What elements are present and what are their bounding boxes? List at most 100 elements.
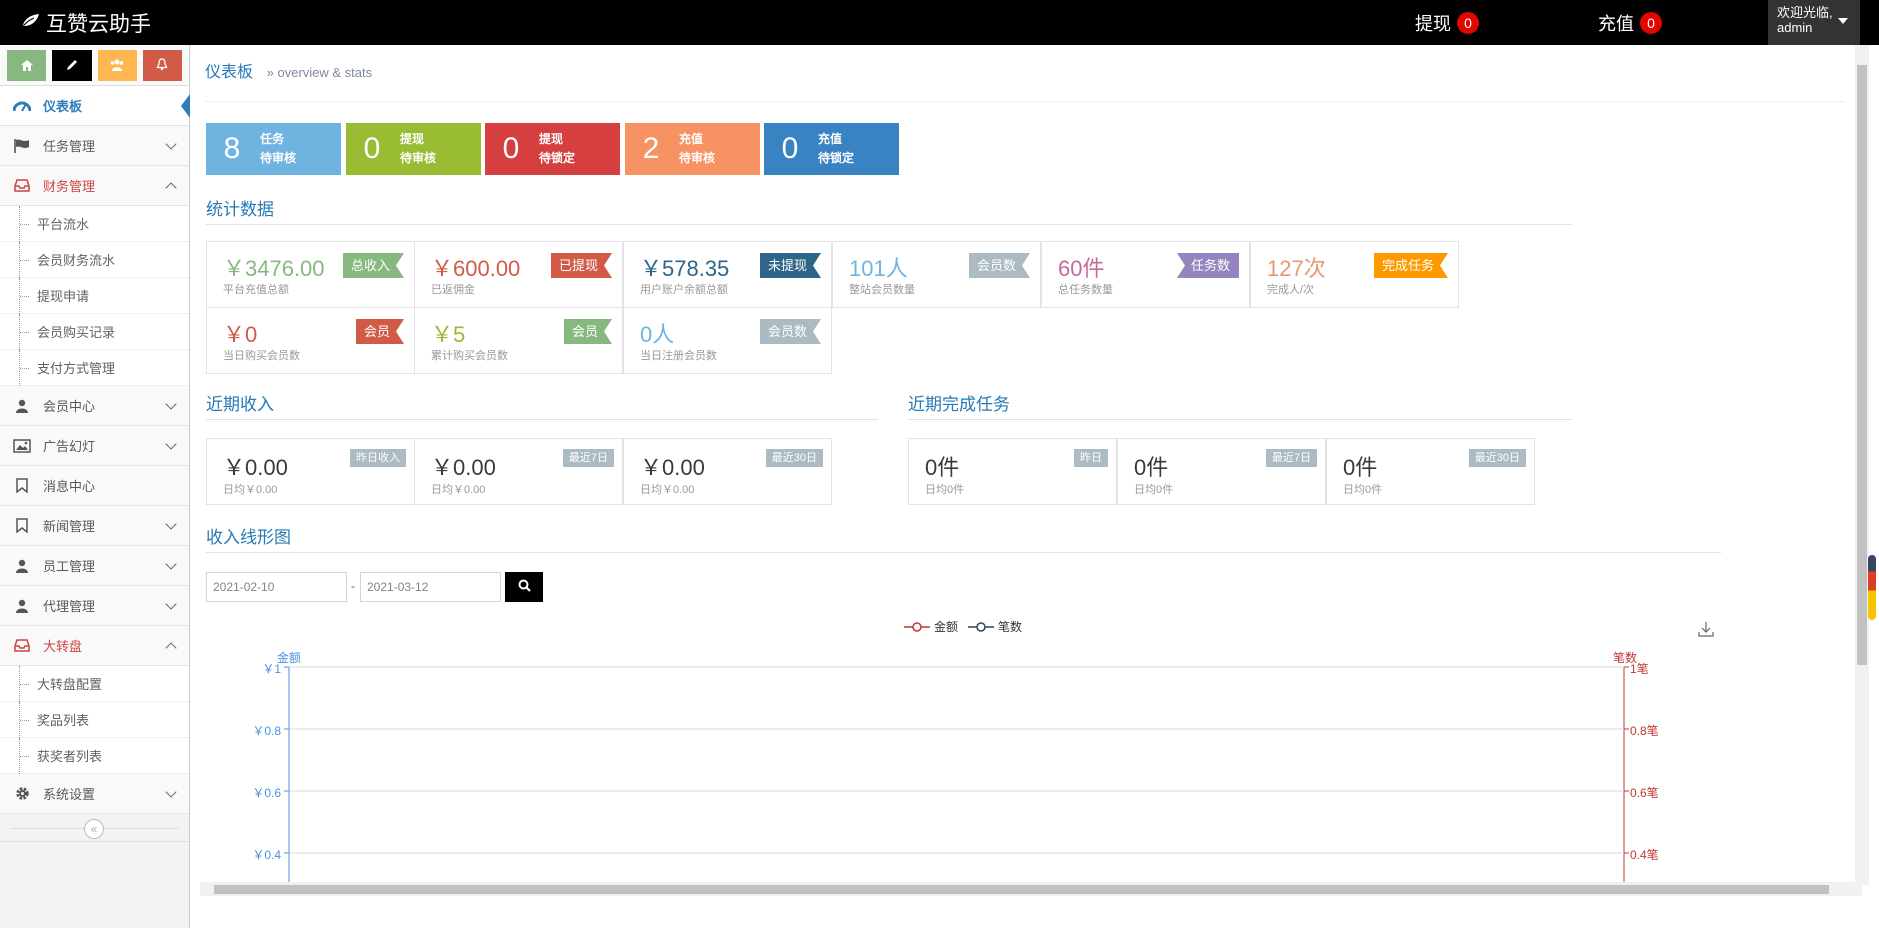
left-tick-label: ￥0.4	[252, 848, 281, 862]
home-icon	[20, 58, 33, 74]
shortcut-buttons	[0, 45, 189, 86]
infobox-number: 0	[363, 132, 381, 165]
infobox-task-pending[interactable]: 8 任务 待审核	[206, 123, 341, 175]
right-tick-label: 0.4笔	[1630, 848, 1659, 862]
infobox-withdraw-lock[interactable]: 0 提现 待锁定	[485, 123, 620, 175]
stat-card-completed: 127次 完成人/次 完成任务	[1250, 241, 1459, 308]
infobox-label: 提现 待审核	[400, 132, 437, 165]
infobox-number: 0	[781, 132, 799, 165]
task-card-yesterday: 0件 日均0件 昨日	[908, 438, 1117, 505]
pencil-shortcut-button[interactable]	[52, 50, 92, 81]
sidebar-subitem-payment-methods[interactable]: 支付方式管理	[0, 350, 189, 386]
stat-value: 0人	[640, 322, 675, 347]
dashboard-icon	[13, 97, 31, 115]
sidebar-subitem-withdraw-requests[interactable]: 提现申请	[0, 278, 189, 314]
sidebar-item-agents[interactable]: 代理管理	[0, 586, 189, 626]
stat-value: ￥5	[431, 322, 466, 347]
stat-value: 127次	[1267, 256, 1326, 281]
brand[interactable]: 互赞云助手	[20, 8, 151, 37]
search-button[interactable]	[505, 572, 543, 602]
sidebar-item-staff[interactable]: 员工管理	[0, 546, 189, 586]
double-chevron-left-icon[interactable]: «	[84, 819, 104, 839]
infobox-number: 0	[502, 132, 520, 165]
sidebar-item-members[interactable]: 会员中心	[0, 386, 189, 426]
horizontal-scrollbar[interactable]	[200, 882, 1862, 896]
side-indicator	[1868, 555, 1876, 620]
infobox-label: 充值 待锁定	[818, 132, 855, 165]
sidebar-item-ads[interactable]: 广告幻灯	[0, 426, 189, 466]
sidebar-item-finance[interactable]: 财务管理	[0, 166, 189, 206]
left-tick-label: ￥1	[262, 662, 281, 676]
withdraw-notification[interactable]: 提现 0	[1415, 0, 1479, 45]
income-line-chart: 金额 笔数 金额 笔数 ￥1 1笔 ￥0.8 0.8笔 ￥0.6 0.6笔 ￥0.4 0.4笔	[191, 605, 1879, 885]
income-tag: 昨日收入	[350, 449, 406, 467]
page-title: 仪表板	[205, 64, 254, 81]
sidebar-item-news[interactable]: 新闻管理	[0, 506, 189, 546]
user-icon	[13, 597, 31, 615]
home-shortcut-button[interactable]	[7, 50, 47, 81]
stat-value: 101人	[849, 256, 908, 281]
recharge-notification[interactable]: 充值 0	[1598, 0, 1662, 45]
sidebar-item-tasks[interactable]: 任务管理	[0, 126, 189, 166]
income-tag: 最近30日	[765, 449, 823, 467]
sidebar-item-dashboard[interactable]: 仪表板	[0, 86, 190, 126]
page-header: 仪表板 » overview & stats	[205, 58, 1845, 102]
chevron-up-icon	[165, 182, 177, 194]
sidebar-item-label: 财务管理	[43, 179, 96, 194]
stat-card-today-purchases: ￥0 当日购买会员数 会员	[206, 307, 415, 374]
sidebar-item-label: 仪表板	[43, 99, 83, 114]
sidebar-subitem-member-purchases[interactable]: 会员购买记录	[0, 314, 189, 350]
sidebar-subitem-platform-flow[interactable]: 平台流水	[0, 206, 189, 242]
chevron-down-icon	[165, 518, 177, 530]
stat-tag: 会员数	[969, 253, 1030, 278]
stat-tag: 完成任务	[1374, 253, 1448, 278]
end-date-input[interactable]: 2021-03-12	[360, 572, 501, 602]
stat-card-today-registrations: 0人 当日注册会员数 会员数	[623, 307, 832, 374]
infobox-recharge-lock[interactable]: 0 充值 待锁定	[764, 123, 899, 175]
stat-desc: 平台充值总额	[223, 284, 289, 296]
sidebar-item-label: 消息中心	[43, 479, 96, 494]
start-date-input[interactable]: 2021-02-10	[206, 572, 347, 602]
chevron-down-icon	[165, 598, 177, 610]
app-title: 互赞云助手	[46, 12, 151, 36]
scrollbar-thumb[interactable]	[1857, 65, 1867, 665]
user-icon	[13, 557, 31, 575]
users-shortcut-button[interactable]	[97, 50, 137, 81]
infobox-withdraw-pending[interactable]: 0 提现 待审核	[346, 123, 481, 175]
chevron-down-icon	[165, 558, 177, 570]
users-icon	[110, 58, 124, 74]
user-menu[interactable]: 欢迎光临, admin	[1768, 0, 1860, 45]
recharge-label: 充值	[1598, 13, 1634, 34]
sidebar-subitem-winner-list[interactable]: 获奖者列表	[0, 738, 189, 774]
sidebar-subitem-wheel-config[interactable]: 大转盘配置	[0, 666, 189, 702]
pencil-icon	[66, 58, 78, 74]
stat-desc: 当日注册会员数	[640, 350, 717, 362]
vertical-scrollbar[interactable]	[1855, 45, 1869, 885]
sidebar-subitem-member-finance[interactable]: 会员财务流水	[0, 242, 189, 278]
task-tag: 最近7日	[1265, 449, 1317, 467]
section-title-stats: 统计数据	[206, 195, 1572, 225]
task-tag: 最近30日	[1468, 449, 1526, 467]
infobox-recharge-pending[interactable]: 2 充值 待审核	[625, 123, 760, 175]
sidebar-item-label: 新闻管理	[43, 519, 96, 534]
right-tick-label: 0.6笔	[1630, 786, 1659, 800]
left-tick-label: ￥0.8	[252, 724, 281, 738]
sidebar-item-wheel[interactable]: 大转盘	[0, 626, 189, 666]
sidebar-item-messages[interactable]: 消息中心	[0, 466, 189, 506]
left-tick-label: ￥0.6	[252, 786, 281, 800]
gear-icon	[13, 785, 31, 803]
infobox-label: 充值 待审核	[679, 132, 716, 165]
sidebar-item-settings[interactable]: 系统设置	[0, 774, 189, 814]
task-desc: 日均0件	[1343, 484, 1383, 496]
scrollbar-thumb[interactable]	[214, 885, 1829, 894]
stat-tag: 会员	[564, 319, 612, 344]
bell-icon	[156, 57, 168, 74]
infobox-number: 8	[223, 132, 241, 165]
stat-value: ￥0	[223, 322, 258, 347]
sidebar-subitem-prize-list[interactable]: 奖品列表	[0, 702, 189, 738]
flag-icon	[13, 137, 31, 155]
stat-value: ￥3476.00	[223, 256, 325, 281]
stat-desc: 用户账户余额总额	[640, 284, 728, 296]
chevron-down-icon	[165, 438, 177, 450]
bell-shortcut-button[interactable]	[142, 50, 182, 81]
